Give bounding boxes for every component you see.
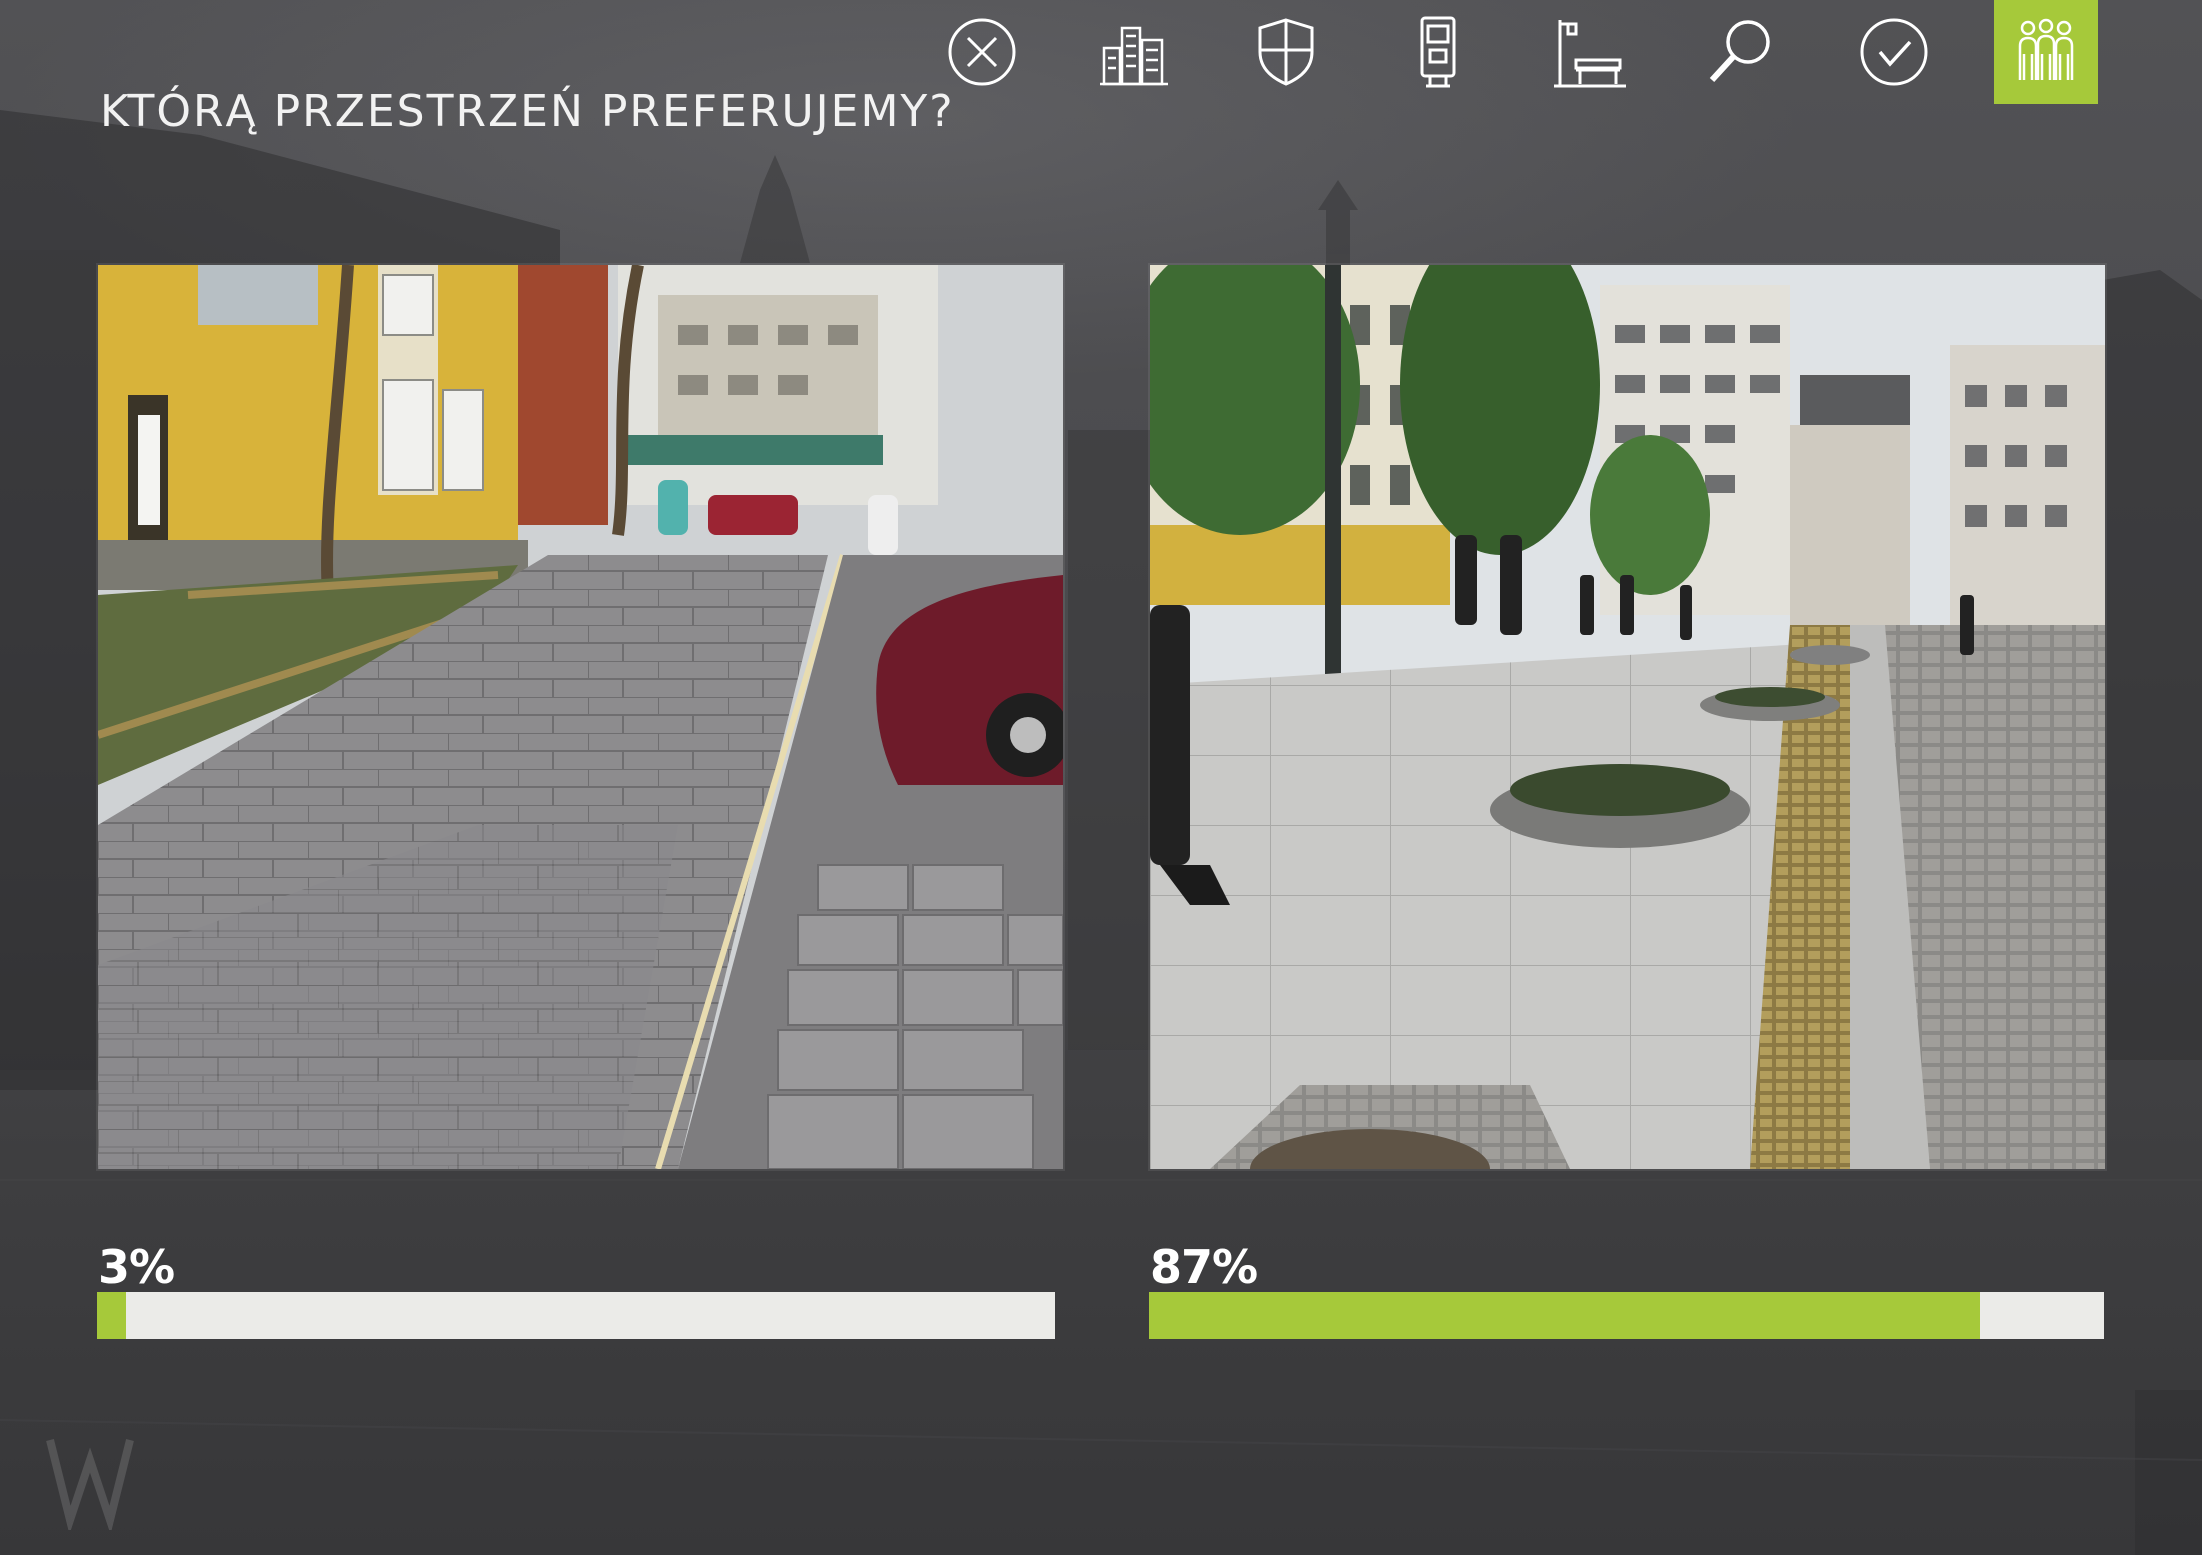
machine-tool-button[interactable] <box>1386 0 1490 104</box>
street-furniture-tool-button[interactable] <box>1538 0 1642 104</box>
option-right-vote-bar <box>1149 1292 2104 1339</box>
option-left-vote-fill <box>97 1292 126 1339</box>
close-circle-icon <box>948 18 1016 86</box>
search-icon <box>1709 20 1770 83</box>
shield-icon <box>1258 18 1314 86</box>
street-bench-icon <box>1554 20 1626 88</box>
check-circle-icon <box>1860 18 1928 86</box>
buildings-tool-button[interactable] <box>1082 0 1186 104</box>
check-tool-button[interactable] <box>1842 0 1946 104</box>
option-left-percent: 3% <box>98 1240 175 1294</box>
option-left-vote-bar <box>97 1292 1055 1339</box>
safety-tool-button[interactable] <box>1234 0 1338 104</box>
modern-promenade-image <box>1150 265 2105 1169</box>
option-right-percent: 87% <box>1150 1240 1258 1294</box>
page-title: KTÓRĄ PRZESTRZEŃ PREFERUJEMY? <box>100 86 955 137</box>
ticket-machine-icon <box>1420 16 1456 88</box>
search-tool-button[interactable] <box>1690 0 1794 104</box>
option-right-vote-fill <box>1149 1292 1980 1339</box>
city-buildings-icon <box>1100 26 1168 86</box>
close-tool-button[interactable] <box>930 0 1034 104</box>
old-sidewalk-image <box>98 265 1063 1169</box>
people-tool-button[interactable] <box>1994 0 2098 104</box>
people-group-icon <box>2018 18 2074 80</box>
watermark-logo <box>46 1439 134 1530</box>
option-left-photo[interactable] <box>96 263 1065 1171</box>
option-right-photo[interactable] <box>1148 263 2107 1171</box>
